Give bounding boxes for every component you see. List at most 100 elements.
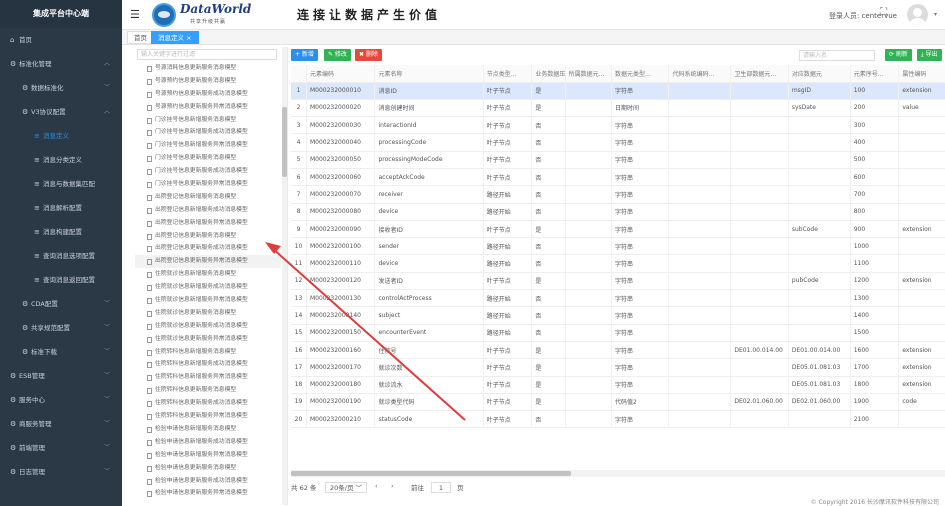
sidebar-item[interactable]: ≡ 查询消息返回配置 <box>0 268 122 292</box>
tree-node[interactable]: 住院转科信息更新服务消息模型 <box>135 384 281 397</box>
tree-node[interactable]: 号源消耗信息更新服务消息模型 <box>135 62 281 75</box>
sidebar-item[interactable]: ≡ 消息解析配置 <box>0 196 122 220</box>
table-row[interactable]: 11M000232000110device路径开始否字符串1100classCo… <box>291 254 945 273</box>
sidebar-item[interactable]: ⚙ 共享规范配置 ﹀ <box>0 316 122 340</box>
tree-node[interactable]: 住院就诊信息更新服务异常消息模型 <box>135 333 281 346</box>
tree-node[interactable]: 号源预约信息更新服务消息模型 <box>135 75 281 88</box>
table-row[interactable]: 20 M000232000210 statusCode 叶子节点否 字符串 2100 <box>291 410 945 429</box>
tree-node[interactable]: 住院就诊信息更新服务成功消息模型 <box>135 320 281 333</box>
sidebar-item[interactable]: ⚙ 标准化管理 ︿ <box>0 52 122 76</box>
tree-node[interactable]: 住院转科信息新增服务消息模型 <box>135 346 281 359</box>
table-row[interactable]: 16 M000232000160 住院号 叶子节点是 字符串 DE01.00.014.00… <box>291 341 945 360</box>
column-header[interactable]: 对应数据元 <box>788 65 851 83</box>
column-header[interactable]: 代码系统编码… <box>668 65 732 83</box>
table-row[interactable]: 10M000232000100sender路径开始否字符串1000typeCod… <box>291 237 945 256</box>
tree-node[interactable]: 检验申请信息新增服务异常消息模型 <box>135 449 281 462</box>
table-row[interactable]: 2 M000232000020 消息创建时间 叶子节点是 日期时间 sysDate 200 v… <box>291 99 945 118</box>
sidebar-item[interactable]: ≡ 消息分类定义 <box>0 148 122 172</box>
tree-node[interactable]: 出院登记信息更新服务异常消息模型 <box>135 255 281 269</box>
column-header[interactable]: 数据元类型… <box>611 65 670 83</box>
table-horizontal-scrollbar[interactable] <box>291 470 945 477</box>
column-header[interactable]: 元素名称 <box>374 65 484 83</box>
tree-node[interactable]: 检验申请信息更新服务成功消息模型 <box>135 475 281 488</box>
table-row[interactable]: 1 M000232000010 消息ID 叶子节点是 字符串 msgID 100 extens… <box>291 82 945 100</box>
table-row[interactable]: 3M000232000030interactionId叶子节点否字符串300ro… <box>291 116 945 135</box>
tree-node[interactable]: 出院登记信息新增服务成功消息模型 <box>135 204 281 217</box>
table-row[interactable]: 9 M000232000090 接收者ID 叶子节点是 字符串 subCode 900 ext… <box>291 220 945 239</box>
chevron-down-icon[interactable]: ▾ <box>934 11 937 18</box>
column-header[interactable]: 元素序号… <box>850 65 900 83</box>
tree-node[interactable]: 检验申请信息更新服务消息模型 <box>135 462 281 475</box>
table-row[interactable]: 12 M000232000120 发送者ID 叶子节点是 字符串 pubCode 1200 e… <box>291 272 945 291</box>
table-row[interactable]: 5 M000232000050 processingModeCode 叶子节点否 字符串… <box>291 151 945 169</box>
sidebar-item[interactable]: ⚙ CDA配置 ﹀ <box>0 292 122 316</box>
table-row[interactable]: 17 M000232000170 就诊次数 叶子节点是 字符串 DE05.01.081.0… <box>291 358 945 377</box>
pager-next-button[interactable]: › <box>391 482 394 490</box>
table-row[interactable]: 13 M000232000130 controlActProcess 路径开始否 字符串… <box>291 289 945 308</box>
tree-node[interactable]: 住院转科信息更新服务成功消息模型 <box>135 397 281 410</box>
sidebar-item[interactable]: ≡ 查询消息选项配置 <box>0 244 122 268</box>
page-size-select[interactable]: 20条/页 ﹀ <box>325 482 367 493</box>
column-header[interactable]: 业务数据压… <box>531 65 566 83</box>
tree-node[interactable]: 检验申请信息新增服务消息模型 <box>135 423 281 436</box>
tree-node[interactable]: 住院转科信息更新服务异常消息模型 <box>135 410 281 423</box>
refresh-button[interactable]: ⟳ 刷新 <box>885 49 912 61</box>
sidebar-item[interactable]: ⚙ 前端管理 ﹀ <box>0 436 122 460</box>
table-row[interactable]: 14M000232000140subject路径开始否字符串1400typeCo… <box>291 306 945 325</box>
sidebar-item[interactable]: ⚙ 数据标准化 ﹀ <box>0 76 122 100</box>
table-scrollbar-thumb[interactable] <box>291 471 571 476</box>
sidebar-item[interactable]: ⚙ 日志管理 ﹀ <box>0 460 122 484</box>
tree-node[interactable]: 住院就诊信息新增服务消息模型 <box>135 268 281 281</box>
table-row[interactable]: 7M000232000070receiver路径开始否字符串700typeCod… <box>291 185 945 204</box>
sidebar-item[interactable]: ≡ 消息定义 <box>0 124 122 148</box>
tree-node[interactable]: 门诊挂号信息新增服务成功消息模型 <box>135 126 281 139</box>
tree-node[interactable]: 门诊挂号信息更新服务异常消息模型 <box>135 178 281 191</box>
field-search-input[interactable]: 请输入名 <box>799 50 875 61</box>
table-row[interactable]: 6M000232000060acceptAckCode叶子节点否字符串600co… <box>291 168 945 187</box>
tree-node[interactable]: 检验申请信息新增服务成功消息模型 <box>135 436 281 449</box>
tree-node[interactable]: 门诊挂号信息新增服务异常消息模型 <box>135 139 281 152</box>
tree-node[interactable]: 门诊挂号信息更新服务成功消息模型 <box>135 165 281 178</box>
sidebar-item[interactable]: ⌂ 首页 <box>0 28 122 52</box>
tree-scrollbar-thumb[interactable] <box>282 107 287 177</box>
column-header[interactable]: 属性编码 <box>898 65 945 83</box>
sidebar-item[interactable]: ⚙ 服务中心 ﹀ <box>0 388 122 412</box>
tab-home[interactable]: 首页 <box>127 31 154 44</box>
table-row[interactable]: 8M000232000080device路径开始否字符串800classCode <box>291 203 945 221</box>
tree-node[interactable]: 住院就诊信息新增服务成功消息模型 <box>135 281 281 294</box>
sidebar-item[interactable]: ⚙ ESB管理 ﹀ <box>0 364 122 388</box>
delete-button[interactable]: ✖ 删除 <box>355 49 382 61</box>
column-header[interactable]: 元素编码 <box>306 65 376 83</box>
tree-node[interactable]: 出院登记信息更新服务消息模型 <box>135 230 281 243</box>
tree-node[interactable]: 住院就诊信息更新服务消息模型 <box>135 307 281 320</box>
tree-node[interactable]: 号源预约信息更新服务异常消息模型 <box>135 101 281 114</box>
page-number-input[interactable]: 1 <box>431 482 451 493</box>
tree-node[interactable]: 住院转科信息新增服务异常消息模型 <box>135 371 281 384</box>
pager-prev-button[interactable]: ‹ <box>375 482 378 490</box>
table-row[interactable]: 19 M000232000190 就诊类型代码 叶子节点是 代码值2 DE02.01.06… <box>291 393 945 412</box>
sidebar-item[interactable]: ⚙ V3协议配置 ︿ <box>0 100 122 124</box>
tree-node[interactable]: 门诊挂号信息新增服务消息模型 <box>135 114 281 127</box>
tree-node[interactable]: 号源预约信息更新服务成功消息模型 <box>135 88 281 101</box>
column-header[interactable]: 卫生部数据元… <box>730 65 789 83</box>
column-header[interactable]: 所属数据元… <box>565 65 613 83</box>
tree-scrollbar[interactable] <box>282 47 287 505</box>
table-row[interactable]: 18 M000232000180 就诊流水 叶子节点是 字符串 DE05.01.081.0… <box>291 376 945 394</box>
export-button[interactable]: ⤓ 导出 <box>917 49 942 61</box>
sidebar-item[interactable]: ≡ 消息构建配置 <box>0 220 122 244</box>
sidebar-item[interactable]: ⚙ 标准下载 ﹀ <box>0 340 122 364</box>
menu-toggle-icon[interactable]: ☰ <box>130 8 140 21</box>
tree-search-input[interactable]: 输入关键字进行过滤 <box>137 49 277 60</box>
table-row[interactable]: 4M000232000040processingCode叶子节点否字符串400c… <box>291 133 945 152</box>
tree-node[interactable]: 门诊挂号信息更新服务消息模型 <box>135 152 281 165</box>
tree-node[interactable]: 住院转科信息新增服务成功消息模型 <box>135 358 281 371</box>
tree-node[interactable]: 出院登记信息新增服务消息模型 <box>135 191 281 204</box>
column-header[interactable] <box>291 65 307 83</box>
sidebar-item[interactable]: ⚙ 商服务管理 ﹀ <box>0 412 122 436</box>
sidebar-item[interactable]: ≡ 消息与数据集匹配 <box>0 172 122 196</box>
table-row[interactable]: 15 M000232000150 encounterEvent 路径开始否 字符串 150… <box>291 324 945 342</box>
column-header[interactable]: 节点类型… <box>483 65 533 83</box>
avatar[interactable] <box>907 4 928 25</box>
fullscreen-icon[interactable]: ⛶ <box>880 7 887 18</box>
edit-button[interactable]: ✎ 修改 <box>324 49 351 61</box>
